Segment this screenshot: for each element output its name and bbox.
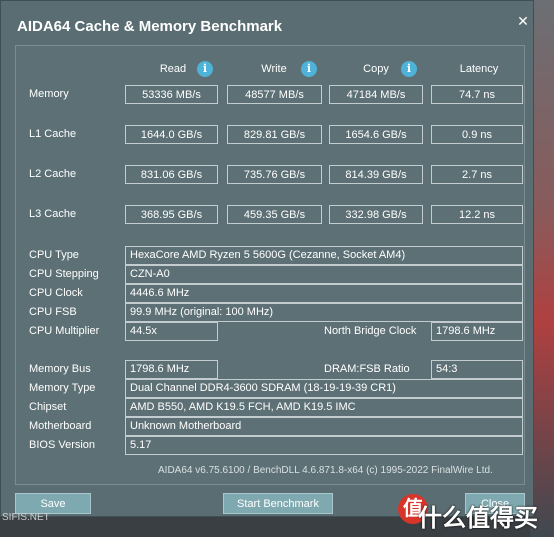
memory-write-value: 48577 MB/s xyxy=(227,85,322,104)
memory-bus-value: 1798.6 MHz xyxy=(125,360,218,379)
l3-read-value: 368.95 GB/s xyxy=(125,205,218,224)
nb-clock-value: 1798.6 MHz xyxy=(431,322,523,341)
cpu-stepping-value: CZN-A0 xyxy=(125,265,523,284)
start-benchmark-button[interactable]: Start Benchmark xyxy=(223,493,333,514)
row-label-l3: L3 Cache xyxy=(29,208,77,220)
chipset-value: AMD B550, AMD K19.5 FCH, AMD K19.5 IMC xyxy=(125,398,523,417)
l2-latency-value: 2.7 ns xyxy=(431,165,523,184)
cpu-clock-value: 4446.6 MHz xyxy=(125,284,523,303)
column-header-write: Write xyxy=(261,63,287,75)
column-header-read: Read xyxy=(159,63,187,75)
cpu-type-label: CPU Type xyxy=(29,249,79,261)
info-icon-read[interactable]: i xyxy=(197,61,213,77)
cpu-stepping-label: CPU Stepping xyxy=(29,268,99,280)
bios-version-label: BIOS Version xyxy=(29,439,96,451)
watermark-text: 什么值得买 xyxy=(418,505,538,532)
window-title: AIDA64 Cache & Memory Benchmark xyxy=(17,18,283,35)
motherboard-value: Unknown Motherboard xyxy=(125,417,523,436)
column-header-latency: Latency xyxy=(459,63,499,75)
row-label-memory: Memory xyxy=(29,88,69,100)
dram-ratio-value: 54:3 xyxy=(431,360,523,379)
watermark-small-text: SIFIS.NET xyxy=(2,512,50,523)
l1-latency-value: 0.9 ns xyxy=(431,125,523,144)
l2-copy-value: 814.39 GB/s xyxy=(329,165,423,184)
title-bar: AIDA64 Cache & Memory Benchmark ✕ xyxy=(1,1,533,41)
l3-write-value: 459.35 GB/s xyxy=(227,205,322,224)
dram-ratio-label: DRAM:FSB Ratio xyxy=(324,363,410,375)
save-button[interactable]: Save xyxy=(15,493,91,514)
row-label-l2: L2 Cache xyxy=(29,168,77,180)
memory-copy-value: 47184 MB/s xyxy=(329,85,423,104)
l1-read-value: 1644.0 GB/s xyxy=(125,125,218,144)
info-icon-write[interactable]: i xyxy=(301,61,317,77)
copyright-footer: AIDA64 v6.75.6100 / BenchDLL 4.6.871.8-x… xyxy=(158,465,493,476)
memory-type-label: Memory Type xyxy=(29,382,96,394)
memory-type-value: Dual Channel DDR4-3600 SDRAM (18-19-19-3… xyxy=(125,379,523,398)
row-label-l1: L1 Cache xyxy=(29,128,77,140)
nb-clock-label: North Bridge Clock xyxy=(324,325,417,337)
cpu-fsb-value: 99.9 MHz (original: 100 MHz) xyxy=(125,303,523,322)
bios-version-value: 5.17 xyxy=(125,436,523,455)
memory-bus-label: Memory Bus xyxy=(29,363,91,375)
l2-write-value: 735.76 GB/s xyxy=(227,165,322,184)
cpu-multiplier-label: CPU Multiplier xyxy=(29,325,100,337)
benchmark-window: AIDA64 Cache & Memory Benchmark ✕ Read i… xyxy=(0,0,534,517)
motherboard-label: Motherboard xyxy=(29,420,92,432)
l2-read-value: 831.06 GB/s xyxy=(125,165,218,184)
close-icon[interactable]: ✕ xyxy=(515,13,531,29)
cpu-clock-label: CPU Clock xyxy=(29,287,83,299)
info-icon-copy[interactable]: i xyxy=(401,61,417,77)
l1-write-value: 829.81 GB/s xyxy=(227,125,322,144)
chipset-label: Chipset xyxy=(29,401,67,413)
l3-latency-value: 12.2 ns xyxy=(431,205,523,224)
memory-latency-value: 74.7 ns xyxy=(431,85,523,104)
cpu-multiplier-value: 44.5x xyxy=(125,322,218,341)
cpu-type-value: HexaCore AMD Ryzen 5 5600G (Cezanne, Soc… xyxy=(125,246,523,265)
l3-copy-value: 332.98 GB/s xyxy=(329,205,423,224)
cpu-fsb-label: CPU FSB xyxy=(29,306,77,318)
l1-copy-value: 1654.6 GB/s xyxy=(329,125,423,144)
column-header-copy: Copy xyxy=(363,63,389,75)
memory-read-value: 53336 MB/s xyxy=(125,85,218,104)
